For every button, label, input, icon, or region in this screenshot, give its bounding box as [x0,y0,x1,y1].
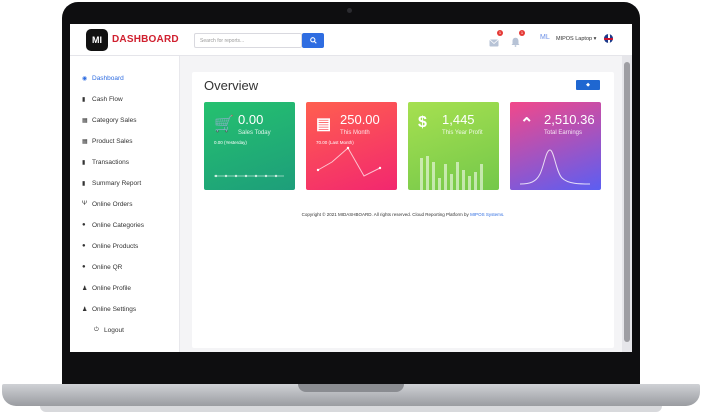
sparkline-chart [214,174,284,178]
card-value: 1,445 [442,112,475,127]
sidebar-item-label: Summary Report [92,179,142,187]
card-value: 250.00 [340,112,380,127]
logo-text: MI [92,35,102,45]
search-button[interactable] [302,33,324,48]
sidebar-item-label: Logout [104,326,124,334]
camera [347,8,352,13]
sidebar-item-label: Dashboard [92,74,124,82]
globe-icon: ● [82,222,86,228]
calendar-icon: ▤ [316,116,332,133]
search-icon [309,37,317,44]
mail-badge: 1 [497,30,503,36]
sidebar-item-category-sales[interactable]: ▦ Category Sales [82,114,136,126]
sidebar-item-cash-flow[interactable]: ▮ Cash Flow [82,93,123,105]
sales-today-card[interactable]: 🛒 0.00 Sales Today 0.00 (Yesterday) [204,102,295,190]
store-selector[interactable]: MIPOS Laptop ▾ [556,36,596,42]
sidebar-item-online-profile[interactable]: ♟ Online Profile [82,282,131,294]
sidebar-item-label: Online Categories [92,221,145,229]
mail-icon [489,39,499,47]
sidebar-item-dashboard[interactable]: ◉ Dashboard [82,72,124,84]
sidebar-item-label: Online Profile [92,284,132,292]
chevron-up-icon: ⌃ [520,116,534,133]
table-icon: ▦ [82,117,88,124]
card-label: Sales Today [238,130,271,136]
card-value: 2,510.36 [544,112,595,127]
overview-action-button[interactable]: ◆ [576,80,600,90]
footer-text: Copyright © 2021 MIDASHBOARD. All rights… [301,212,469,217]
palette-icon: ◉ [82,75,88,82]
bar-chart-icon: ▮ [82,159,86,166]
dollar-icon: $ [418,114,427,131]
utensils-icon: Ψ [82,201,88,207]
sidebar-item-label: Product Sales [92,137,133,145]
main-content: Overview ◆ 🛒 0.00 Sales Today 0.00 (Yest… [192,72,614,348]
card-value: 0.00 [238,112,264,127]
footer: Copyright © 2021 MIDASHBOARD. All rights… [192,212,614,217]
sidebar-item-online-products[interactable]: ● Online Products [82,240,138,252]
sidebar: ◉ Dashboard ▮ Cash Flow ▦ Category Sales ▦ P… [70,56,180,352]
sidebar-item-label: Online Settings [92,305,137,313]
notification-button[interactable]: 1 [511,30,525,47]
sidebar-item-online-settings[interactable]: ♟ Online Settings [82,303,136,315]
search-input[interactable] [194,33,302,48]
page-title: Overview [204,78,259,93]
screen: MI DASHBOARD 1 1 ML MIPOS Laptop ▾ ◉ Dash… [70,24,632,352]
sidebar-item-online-orders[interactable]: Ψ Online Orders [82,198,132,210]
sidebar-item-label: Online QR [92,263,123,271]
sidebar-item-label: Online Orders [92,200,133,208]
brand-name[interactable]: DASHBOARD [112,34,179,45]
table-icon: ▦ [82,138,88,145]
globe-icon: ● [82,264,86,270]
sidebar-item-label: Online Products [92,242,139,250]
sidebar-item-label: Category Sales [92,116,137,124]
card-label: This Month [340,130,370,136]
mail-button[interactable]: 1 [489,30,503,47]
line-chart [316,146,382,177]
this-month-card[interactable]: ▤ 250.00 This Month 70.00 (Last Month) [306,102,397,190]
store-name: MIPOS Laptop [556,36,593,42]
bell-icon [511,37,520,47]
top-bar: MI DASHBOARD 1 1 ML MIPOS Laptop ▾ [70,24,632,56]
laptop-feet [40,406,662,412]
card-label: This Year Profit [442,130,483,136]
sidebar-item-label: Cash Flow [92,95,123,103]
area-chart [519,149,591,185]
bar-chart-icon: ▮ [82,180,86,187]
this-year-profit-card[interactable]: $ 1,445 This Year Profit [408,102,499,190]
chevron-icon: ◆ [586,82,590,88]
sidebar-item-transactions[interactable]: ▮ Transactions [82,156,129,168]
user-icon: ♟ [82,285,88,292]
logo[interactable]: MI [86,29,108,51]
sidebar-item-logout[interactable]: ⏻ Logout [94,324,124,336]
bar-chart [420,156,483,190]
cart-icon: 🛒 [214,116,234,133]
bell-badge: 1 [519,30,525,36]
footer-link[interactable]: MIPOS Systems. [470,212,504,217]
user-icon: ♟ [82,306,88,313]
sidebar-item-label: Transactions [92,158,129,166]
sidebar-item-online-qr[interactable]: ● Online QR [82,261,122,273]
sidebar-item-product-sales[interactable]: ▦ Product Sales [82,135,132,147]
uk-flag-icon[interactable] [604,34,613,43]
avatar[interactable]: ML [540,34,550,41]
sidebar-item-summary-report[interactable]: ▮ Summary Report [82,177,141,189]
chevron-down-icon: ▾ [593,36,597,42]
scrollbar-thumb[interactable] [624,62,630,342]
bar-chart-icon: ▮ [82,96,86,103]
power-icon: ⏻ [94,326,99,333]
total-earnings-card[interactable]: ⌃ 2,510.36 Total Earnings [510,102,601,190]
globe-icon: ● [82,243,86,249]
sidebar-item-online-categories[interactable]: ● Online Categories [82,219,144,231]
laptop-notch [298,384,404,392]
card-label: Total Earnings [544,130,583,136]
